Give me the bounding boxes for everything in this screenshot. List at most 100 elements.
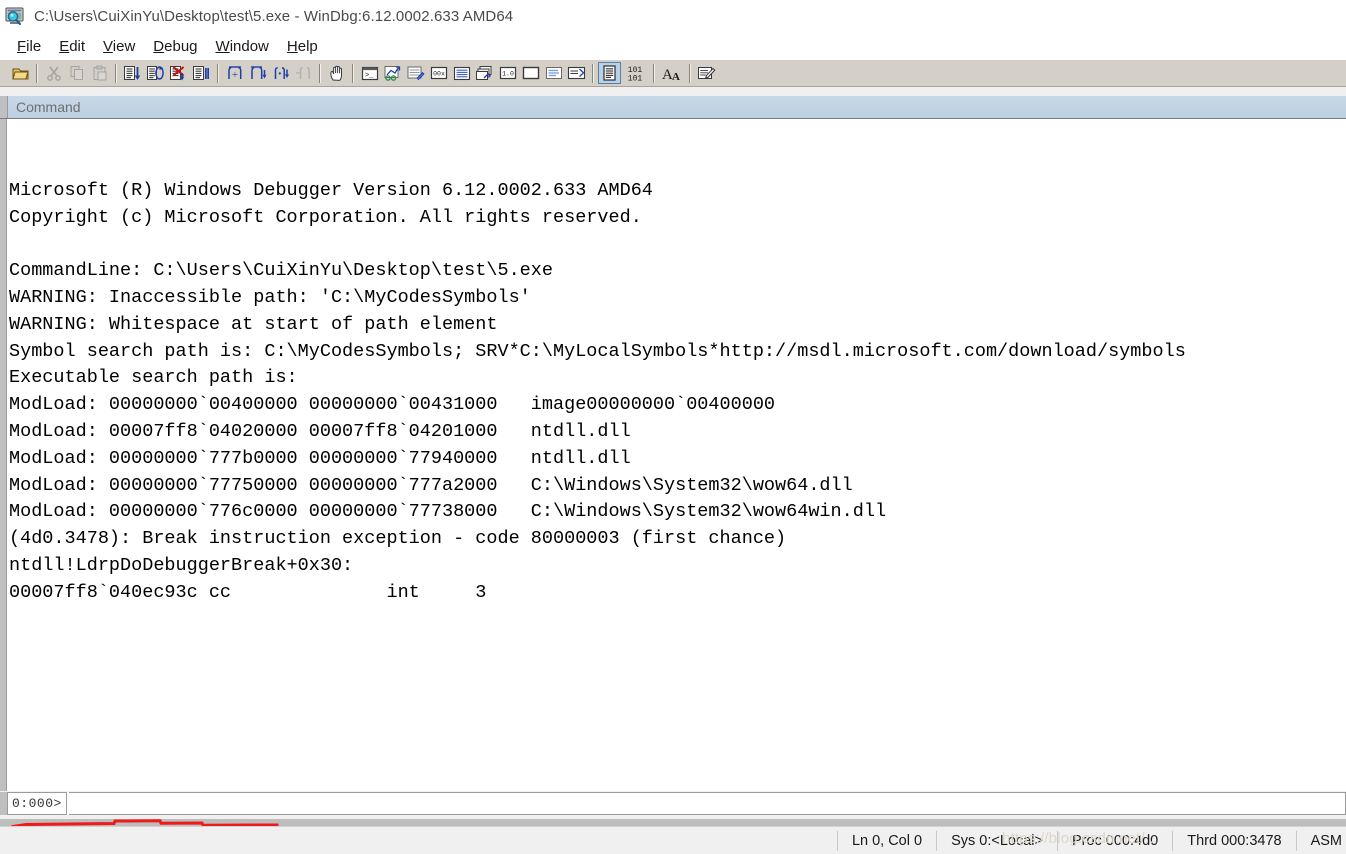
- svg-text:101: 101: [628, 75, 643, 83]
- menu-edit-mnemonic: E: [59, 37, 70, 55]
- font-icon[interactable]: A A: [659, 62, 685, 84]
- command-output-line: [9, 231, 1346, 258]
- menu-debug-label: ebug: [164, 37, 198, 55]
- step-over-braces-icon[interactable]: [246, 62, 269, 84]
- command-output-line: ModLoad: 00000000`00400000 00000000`0043…: [9, 394, 776, 416]
- command-output-text[interactable]: Microsoft (R) Windows Debugger Version 6…: [9, 119, 1346, 791]
- toolbar-separator-5: [352, 63, 354, 83]
- menu-bar: File Edit View Debug Window Help: [0, 32, 1346, 60]
- command-output-line: [9, 151, 1346, 178]
- source-window-icon[interactable]: [565, 62, 588, 84]
- log-file-icon[interactable]: [695, 62, 718, 84]
- break-hand-icon[interactable]: [325, 62, 348, 84]
- toolbar-grip[interactable]: [4, 64, 7, 83]
- stop-debugging-icon[interactable]: [167, 62, 190, 84]
- windbg-window: C:\Users\CuiXinYu\Desktop\test\5.exe - W…: [0, 0, 1346, 854]
- restart-icon[interactable]: [190, 62, 213, 84]
- toolbar: + >_ 00x 1.0 101 101 A A: [0, 60, 1346, 87]
- processes-window-icon[interactable]: [542, 62, 565, 84]
- command-output-line: ModLoad: 00000000`777b0000 00000000`7794…: [9, 447, 631, 469]
- toolbar-separator-7: [653, 63, 655, 83]
- command-window: Command Microsoft (R) Windows Debugger V…: [0, 88, 1346, 823]
- scratch-pad-icon[interactable]: [519, 62, 542, 84]
- menu-window-mnemonic: W: [215, 37, 230, 55]
- toolbar-separator-6: [592, 63, 594, 83]
- menu-window[interactable]: Window: [207, 36, 278, 57]
- title-bar: C:\Users\CuiXinYu\Desktop\test\5.exe - W…: [0, 0, 1346, 32]
- command-output-line: CommandLine: C:\Users\CuiXinYu\Desktop\t…: [9, 260, 553, 282]
- command-output-line: Executable search path is:: [9, 367, 298, 389]
- menu-file[interactable]: File: [8, 36, 50, 57]
- command-output-line: Microsoft (R) Windows Debugger Version 6…: [9, 179, 653, 201]
- command-output-line: (4d0.3478): Break instruction exception …: [9, 528, 787, 550]
- svg-text:A: A: [672, 71, 680, 82]
- command-output-line: Symbol search path is: C:\MyCodesSymbols…: [9, 340, 1186, 362]
- menu-help-mnemonic: H: [286, 37, 298, 55]
- command-output-line: ntdll!LdrpDoDebuggerBreak+0x30:: [9, 554, 354, 576]
- command-input[interactable]: [68, 792, 1346, 815]
- command-window-caption[interactable]: Command: [0, 96, 1346, 118]
- command-output-line: ModLoad: 00007ff8`04020000 00007ff8`0420…: [9, 420, 631, 442]
- assembly-mode-icon[interactable]: 101 101: [621, 62, 649, 84]
- locals-window-icon[interactable]: [404, 62, 427, 84]
- toolbar-separator-1: [36, 63, 38, 83]
- svg-text:+: +: [231, 69, 237, 81]
- call-stack-window-icon[interactable]: [473, 62, 496, 84]
- command-prompt-label: 0:000>: [8, 792, 67, 815]
- command-output-line: ModLoad: 00000000`776c0000 00000000`7773…: [9, 501, 887, 523]
- status-process-id: Proc 000:4d0: [1056, 830, 1172, 851]
- menu-view[interactable]: View: [94, 36, 144, 57]
- disassembly-window-icon[interactable]: 1.0: [496, 62, 519, 84]
- command-output-grip[interactable]: [0, 119, 7, 791]
- memory-window-icon[interactable]: [450, 62, 473, 84]
- step-over-icon[interactable]: [144, 62, 167, 84]
- window-bottom-strip: [0, 819, 1346, 826]
- copy-icon[interactable]: [65, 62, 88, 84]
- watch-window-icon[interactable]: [381, 62, 404, 84]
- paste-icon[interactable]: [88, 62, 111, 84]
- menu-edit[interactable]: Edit: [50, 36, 94, 57]
- menu-debug[interactable]: Debug: [144, 36, 206, 57]
- menu-help[interactable]: Help: [278, 36, 327, 57]
- menu-edit-label: dit: [69, 37, 86, 55]
- menu-window-label: indow: [229, 37, 269, 55]
- command-window-icon[interactable]: >_: [358, 62, 381, 84]
- status-cursor-position: Ln 0, Col 0: [836, 830, 936, 851]
- command-prompt-grip[interactable]: [0, 792, 8, 815]
- source-mode-icon[interactable]: [598, 62, 621, 84]
- windbg-app-icon: [4, 5, 26, 27]
- step-into-icon[interactable]: [121, 62, 144, 84]
- status-bar: Ln 0, Col 0 Sys 0:<Local> Proc 000:4d0 T…: [0, 826, 1346, 854]
- menu-file-label: ile: [26, 37, 42, 55]
- command-output-line: 00007ff8`040ec93c cc int 3: [9, 581, 487, 603]
- command-window-body: Microsoft (R) Windows Debugger Version 6…: [0, 118, 1346, 791]
- toolbar-separator-4: [319, 63, 321, 83]
- registers-window-icon[interactable]: 00x: [427, 62, 450, 84]
- command-output-line: WARNING: Inaccessible path: 'C:\MyCodesS…: [9, 286, 531, 308]
- window-title: C:\Users\CuiXinYu\Desktop\test\5.exe - W…: [34, 7, 514, 25]
- menu-help-label: elp: [297, 37, 318, 55]
- menu-view-mnemonic: V: [103, 37, 113, 55]
- svg-text:>_: >_: [365, 72, 374, 80]
- menu-file-mnemonic: F: [17, 37, 27, 55]
- step-into-braces-icon[interactable]: [269, 62, 292, 84]
- command-window-grip[interactable]: [0, 96, 8, 118]
- toolbar-separator-8: [689, 63, 691, 83]
- toolbar-separator-3: [217, 63, 219, 83]
- command-output-line: WARNING: Whitespace at start of path ele…: [9, 313, 498, 335]
- open-file-icon[interactable]: [9, 62, 32, 84]
- status-mode-indicator: ASM: [1295, 830, 1346, 851]
- command-prompt-row: 0:000>: [0, 792, 1346, 815]
- menu-view-label: iew: [112, 37, 136, 55]
- cut-icon[interactable]: [42, 62, 65, 84]
- command-output-line: Copyright (c) Microsoft Corporation. All…: [9, 206, 642, 228]
- status-system-target: Sys 0:<Local>: [936, 830, 1057, 851]
- step-out-braces-icon[interactable]: +: [223, 62, 246, 84]
- svg-text:1.0: 1.0: [502, 71, 514, 78]
- menu-debug-mnemonic: D: [153, 37, 165, 55]
- toolbar-separator-2: [115, 63, 117, 83]
- command-window-title: Command: [16, 99, 81, 115]
- run-to-cursor-icon[interactable]: [292, 62, 315, 84]
- svg-text:00x: 00x: [433, 71, 445, 78]
- command-output-line: ModLoad: 00000000`77750000 00000000`777a…: [9, 474, 853, 496]
